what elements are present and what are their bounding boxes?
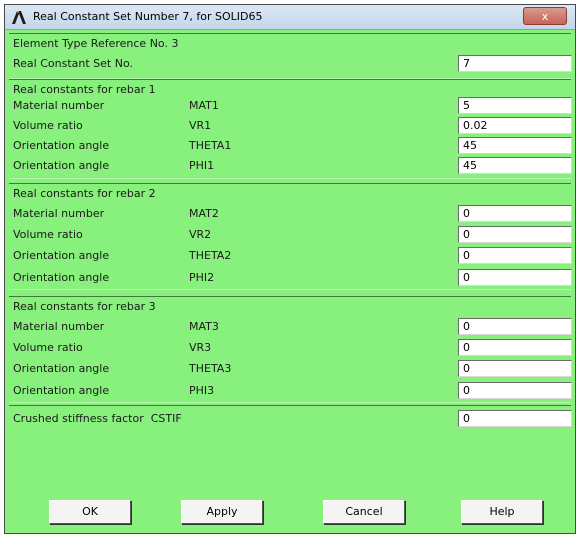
row-symbol: PHI3 [189, 384, 215, 397]
rebar3-row-phi: Orientation angle PHI3 0 [9, 382, 572, 400]
rebar3-row-material: Material number MAT3 0 [9, 318, 572, 336]
crushed-section: Crushed stiffness factor CSTIF 0 [9, 405, 572, 489]
row-symbol: PHI2 [189, 271, 215, 284]
theta1-field[interactable]: 45 [458, 137, 572, 154]
vr2-field[interactable]: 0 [458, 226, 572, 243]
mat1-field[interactable]: 5 [458, 97, 572, 114]
row-symbol: VR2 [189, 228, 212, 241]
rebar2-heading: Real constants for rebar 2 [13, 187, 156, 200]
row-symbol: PHI1 [189, 159, 215, 172]
row-label: Orientation angle [13, 139, 110, 152]
field-value: 0 [463, 341, 470, 354]
help-label: Help [489, 505, 515, 518]
cancel-button[interactable]: Cancel [323, 500, 405, 524]
row-label: Material number [13, 320, 105, 333]
rebar2-row-material: Material number MAT2 0 [9, 205, 572, 223]
row-symbol: MAT1 [189, 99, 219, 112]
rebar1-row-volume: Volume ratio VR1 0.02 [9, 117, 572, 135]
field-value: 0 [463, 320, 470, 333]
set-number-value: 7 [463, 57, 470, 70]
field-value: 0 [463, 362, 470, 375]
row-symbol: VR1 [189, 119, 212, 132]
set-number-row: Real Constant Set No. 7 [9, 55, 572, 73]
title-bar[interactable]: Real Constant Set Number 7, for SOLID65 … [5, 5, 575, 30]
rebar1-row-theta: Orientation angle THETA1 45 [9, 137, 572, 155]
field-value: 0 [463, 271, 470, 284]
theta3-field[interactable]: 0 [458, 360, 572, 377]
row-label: Material number [13, 99, 105, 112]
ansys-logo-icon [12, 11, 26, 24]
mat3-field[interactable]: 0 [458, 318, 572, 335]
window-title: Real Constant Set Number 7, for SOLID65 [33, 10, 263, 23]
row-label: Orientation angle [13, 159, 110, 172]
help-button[interactable]: Help [461, 500, 543, 524]
rebar1-section: Real constants for rebar 1 Material numb… [9, 79, 572, 179]
rebar3-heading: Real constants for rebar 3 [13, 300, 156, 313]
row-label: Orientation angle [13, 384, 110, 397]
row-label: Volume ratio [13, 341, 83, 354]
rebar3-row-theta: Orientation angle THETA3 0 [9, 360, 572, 378]
phi2-field[interactable]: 0 [458, 269, 572, 286]
field-value: 0.02 [463, 119, 488, 132]
vr1-field[interactable]: 0.02 [458, 117, 572, 134]
set-number-label: Real Constant Set No. [13, 57, 133, 70]
element-type-reference: Element Type Reference No. 3 [13, 37, 179, 50]
cancel-label: Cancel [345, 505, 383, 518]
rebar2-row-theta: Orientation angle THETA2 0 [9, 247, 572, 265]
field-value: 0 [463, 207, 470, 220]
field-value: 0 [463, 384, 470, 397]
row-label: Orientation angle [13, 362, 110, 375]
crushed-symbol: CSTIF [150, 412, 182, 425]
row-symbol: THETA3 [189, 362, 232, 375]
row-symbol: MAT2 [189, 207, 219, 220]
apply-button[interactable]: Apply [181, 500, 263, 524]
header-section: Element Type Reference No. 3 Real Consta… [9, 33, 572, 79]
row-label: Volume ratio [13, 228, 83, 241]
rebar3-row-volume: Volume ratio VR3 0 [9, 339, 572, 357]
ok-label: OK [82, 505, 98, 518]
rebar1-heading: Real constants for rebar 1 [13, 83, 156, 96]
mat2-field[interactable]: 0 [458, 205, 572, 222]
row-label: Orientation angle [13, 271, 110, 284]
row-symbol: MAT3 [189, 320, 219, 333]
rebar2-row-volume: Volume ratio VR2 0 [9, 226, 572, 244]
field-value: 45 [463, 159, 477, 172]
crushed-label-text: Crushed stiffness factor [13, 412, 144, 425]
theta2-field[interactable]: 0 [458, 247, 572, 264]
set-number-field[interactable]: 7 [458, 55, 572, 72]
rebar1-row-phi: Orientation angle PHI1 45 [9, 157, 572, 175]
cstif-field[interactable]: 0 [458, 410, 572, 427]
field-value: 5 [463, 99, 470, 112]
rebar3-section: Real constants for rebar 3 Material numb… [9, 296, 572, 403]
close-button[interactable]: x [523, 7, 567, 25]
phi1-field[interactable]: 45 [458, 157, 572, 174]
field-value: 0 [463, 412, 470, 425]
row-label: Volume ratio [13, 119, 83, 132]
apply-label: Apply [206, 505, 238, 518]
row-symbol: THETA1 [189, 139, 232, 152]
real-constant-dialog: Real Constant Set Number 7, for SOLID65 … [4, 4, 576, 534]
vr3-field[interactable]: 0 [458, 339, 572, 356]
row-label: Material number [13, 207, 105, 220]
rebar2-section: Real constants for rebar 2 Material numb… [9, 183, 572, 290]
crushed-row: Crushed stiffness factor CSTIF 0 [9, 410, 572, 428]
field-value: 0 [463, 249, 470, 262]
crushed-label: Crushed stiffness factor CSTIF [13, 412, 182, 425]
rebar2-row-phi: Orientation angle PHI2 0 [9, 269, 572, 287]
field-value: 45 [463, 139, 477, 152]
row-symbol: VR3 [189, 341, 212, 354]
rebar1-row-material: Material number MAT1 5 [9, 97, 572, 115]
ok-button[interactable]: OK [49, 500, 131, 524]
close-icon: x [541, 10, 549, 23]
row-symbol: THETA2 [189, 249, 232, 262]
row-label: Orientation angle [13, 249, 110, 262]
field-value: 0 [463, 228, 470, 241]
phi3-field[interactable]: 0 [458, 382, 572, 399]
